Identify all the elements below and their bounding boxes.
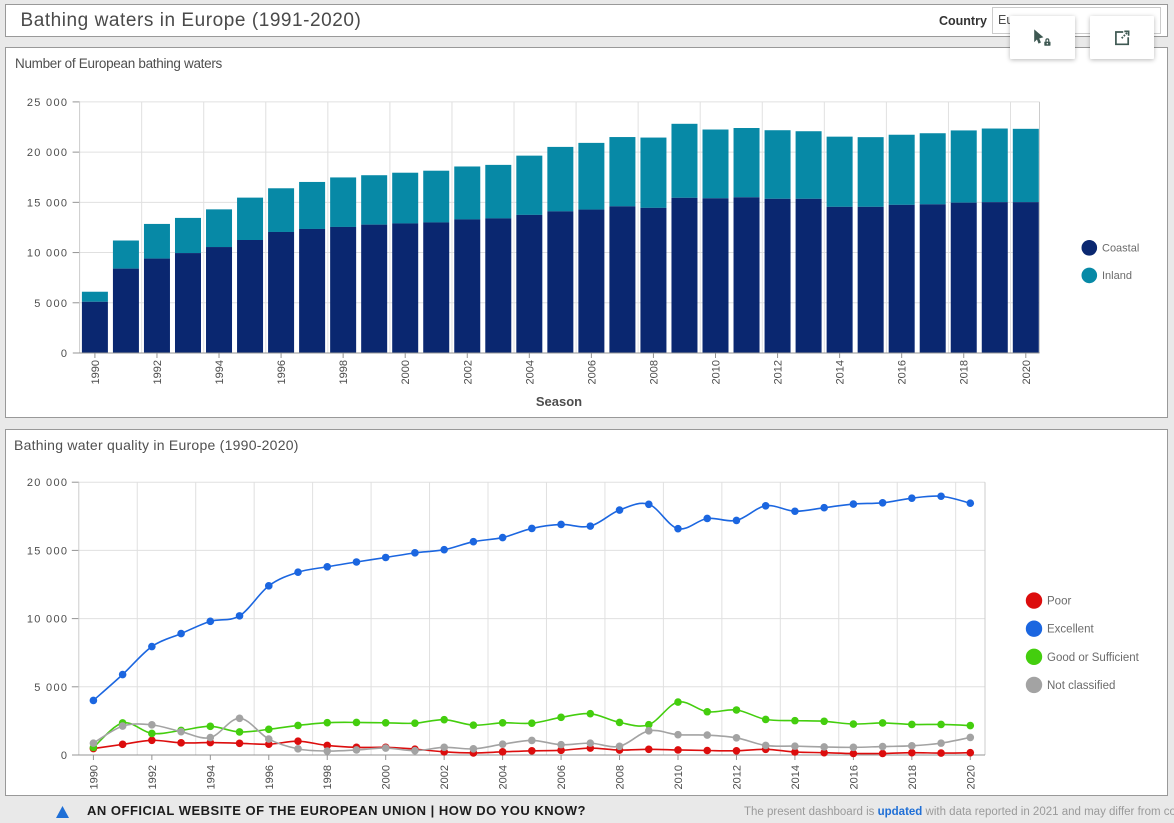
svg-text:1998: 1998 xyxy=(338,360,350,384)
svg-text:2012: 2012 xyxy=(773,360,785,384)
svg-text:2020: 2020 xyxy=(965,765,977,789)
svg-text:2002: 2002 xyxy=(462,360,474,384)
svg-text:2010: 2010 xyxy=(711,360,723,384)
svg-text:2002: 2002 xyxy=(439,765,451,789)
svg-text:2004: 2004 xyxy=(524,360,536,384)
svg-text:Coastal: Coastal xyxy=(1102,242,1139,254)
svg-text:0: 0 xyxy=(61,750,68,762)
svg-text:Not classified: Not classified xyxy=(1047,680,1115,692)
svg-text:2020: 2020 xyxy=(1021,360,1033,384)
svg-text:2000: 2000 xyxy=(381,765,393,789)
svg-text:15 000: 15 000 xyxy=(27,197,68,209)
svg-text:1990: 1990 xyxy=(88,765,100,789)
svg-text:2012: 2012 xyxy=(731,765,743,789)
svg-text:Season: Season xyxy=(536,394,582,409)
svg-text:2008: 2008 xyxy=(615,765,627,789)
svg-text:1994: 1994 xyxy=(214,360,226,384)
svg-text:2016: 2016 xyxy=(848,765,860,789)
svg-text:2014: 2014 xyxy=(790,765,802,789)
svg-text:2004: 2004 xyxy=(498,765,510,789)
svg-text:20 000: 20 000 xyxy=(27,477,68,489)
svg-text:1996: 1996 xyxy=(264,765,276,789)
svg-text:5 000: 5 000 xyxy=(34,682,68,694)
svg-text:2018: 2018 xyxy=(907,765,919,789)
svg-text:2018: 2018 xyxy=(959,360,971,384)
svg-text:10 000: 10 000 xyxy=(27,247,68,259)
svg-text:2014: 2014 xyxy=(835,360,847,384)
svg-text:0: 0 xyxy=(61,348,68,360)
svg-text:2010: 2010 xyxy=(673,765,685,789)
svg-text:2016: 2016 xyxy=(897,360,909,384)
svg-text:2006: 2006 xyxy=(586,360,598,384)
svg-text:1992: 1992 xyxy=(147,765,159,789)
svg-text:Inland: Inland xyxy=(1102,270,1132,282)
svg-text:2000: 2000 xyxy=(400,360,412,384)
svg-text:2008: 2008 xyxy=(648,360,660,384)
svg-text:Excellent: Excellent xyxy=(1047,624,1094,636)
svg-text:1998: 1998 xyxy=(322,765,334,789)
svg-text:10 000: 10 000 xyxy=(27,614,68,626)
svg-text:20 000: 20 000 xyxy=(27,147,68,159)
svg-text:1990: 1990 xyxy=(90,360,102,384)
svg-text:Poor: Poor xyxy=(1047,596,1071,608)
svg-text:25 000: 25 000 xyxy=(27,96,68,108)
svg-text:1996: 1996 xyxy=(276,360,288,384)
svg-text:1994: 1994 xyxy=(205,765,217,789)
svg-text:15 000: 15 000 xyxy=(27,545,68,557)
svg-text:5 000: 5 000 xyxy=(34,297,68,309)
svg-text:Good or Sufficient: Good or Sufficient xyxy=(1047,652,1140,664)
svg-text:1992: 1992 xyxy=(152,360,164,384)
svg-text:2006: 2006 xyxy=(556,765,568,789)
